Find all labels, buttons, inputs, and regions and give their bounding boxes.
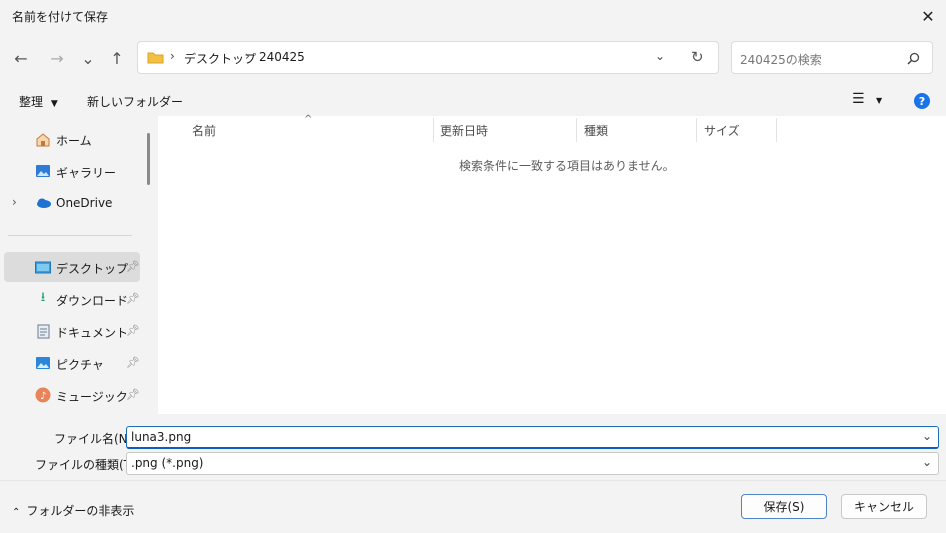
sidebar-item-label: ホーム	[56, 134, 92, 148]
sidebar-item-label: OneDrive	[56, 196, 113, 210]
cancel-button[interactable]: キャンセル	[841, 494, 927, 519]
column-divider[interactable]	[433, 118, 434, 142]
sidebar-item-onedrive[interactable]: › OneDrive	[4, 188, 140, 218]
up-button[interactable]: ↑	[104, 44, 130, 72]
back-button[interactable]: ←	[8, 44, 34, 72]
home-icon	[34, 131, 52, 147]
search-icon[interactable]	[907, 52, 920, 65]
caret-down-icon[interactable]: ▼	[876, 96, 882, 105]
document-icon	[34, 323, 52, 339]
chevron-right-icon: ›	[245, 49, 250, 63]
folder-icon	[147, 52, 164, 64]
desktop-icon	[34, 259, 52, 275]
sidebar-item-gallery[interactable]: ギャラリー	[4, 156, 140, 186]
pin-icon[interactable]: 📌︎	[126, 324, 140, 337]
column-header-size[interactable]: サイズ	[704, 122, 740, 139]
new-folder-button[interactable]: 新しいフォルダー	[87, 93, 183, 110]
window-title: 名前を付けて保存	[12, 10, 109, 24]
forward-button[interactable]: →	[44, 44, 70, 72]
column-header-type[interactable]: 種類	[584, 122, 608, 139]
download-icon: ⭳	[40, 290, 46, 305]
sidebar-item-label: ドキュメント	[56, 326, 129, 340]
chevron-up-icon: ⌃	[12, 507, 21, 518]
sidebar-item-label: デスクトップ	[56, 262, 129, 276]
search-placeholder: 240425の検索	[740, 53, 822, 67]
help-icon[interactable]: ?	[914, 93, 930, 109]
column-divider[interactable]	[776, 118, 777, 142]
gallery-icon	[34, 163, 52, 179]
chevron-right-icon[interactable]: ›	[12, 195, 17, 209]
chevron-down-icon: ⌄	[921, 455, 932, 469]
column-header-name[interactable]: 名前	[192, 122, 216, 139]
sidebar-item-music[interactable]: ♪ ミュージック 📌︎	[4, 380, 140, 410]
chevron-down-icon[interactable]: ⌄	[922, 429, 932, 443]
sidebar-item-label: ギャラリー	[56, 166, 117, 180]
sidebar-item-label: ピクチャ	[56, 358, 104, 372]
pin-icon[interactable]: 📌︎	[126, 292, 140, 305]
svg-text:♪: ♪	[40, 391, 46, 402]
recent-locations-button[interactable]: ⌄	[75, 44, 101, 72]
sort-ascending-icon: ^	[304, 114, 313, 125]
view-options-icon[interactable]: ☰	[852, 91, 865, 107]
close-icon: ✕	[921, 6, 935, 26]
cloud-icon	[34, 195, 52, 211]
hide-folders-button[interactable]: ⌃ フォルダーの非表示	[12, 502, 134, 519]
filetype-value: .png (*.png)	[131, 456, 204, 470]
sidebar-divider	[8, 235, 132, 236]
refresh-icon[interactable]: ↻	[691, 48, 704, 66]
address-dropdown-icon[interactable]: ⌄	[655, 49, 665, 63]
save-button[interactable]: 保存(S)	[741, 494, 827, 519]
search-box[interactable]: 240425の検索	[731, 41, 933, 74]
sidebar-scrollbar[interactable]	[147, 133, 150, 185]
up-arrow-icon: ↑	[110, 48, 124, 68]
pin-icon[interactable]: 📌︎	[126, 260, 140, 273]
organize-label: 整理	[19, 95, 44, 109]
title-bar	[0, 0, 946, 32]
close-button[interactable]: ✕	[910, 0, 946, 32]
pin-icon[interactable]: 📌︎	[126, 356, 140, 369]
column-header-modified[interactable]: 更新日時	[440, 122, 488, 139]
back-arrow-icon: ←	[14, 48, 28, 68]
caret-down-icon: ▼	[50, 99, 58, 109]
chevron-right-icon: ›	[170, 49, 175, 63]
filename-value: luna3.png	[131, 430, 192, 444]
forward-arrow-icon: →	[50, 48, 64, 68]
pin-icon[interactable]: 📌︎	[126, 388, 140, 401]
organize-button[interactable]: 整理 ▼	[19, 93, 58, 110]
empty-state-message: 検索条件に一致する項目はありません。	[459, 159, 675, 173]
column-divider[interactable]	[696, 118, 697, 142]
hide-folders-label: フォルダーの非表示	[26, 504, 135, 518]
sidebar-item-downloads[interactable]: ⭳ ダウンロード 📌︎	[4, 284, 140, 314]
sidebar-item-home[interactable]: ホーム	[4, 124, 140, 154]
sidebar-item-label: ダウンロード	[56, 294, 129, 308]
sidebar-item-documents[interactable]: ドキュメント 📌︎	[4, 316, 140, 346]
filename-input[interactable]: luna3.png ⌄	[126, 426, 939, 449]
column-divider[interactable]	[576, 118, 577, 142]
sidebar-item-pictures[interactable]: ピクチャ 📌︎	[4, 348, 140, 378]
filename-label: ファイル名(N):	[54, 432, 137, 446]
music-icon: ♪	[34, 387, 52, 403]
chevron-down-icon: ⌄	[81, 48, 95, 68]
picture-icon	[34, 355, 52, 371]
filetype-select[interactable]: .png (*.png) ⌄	[126, 452, 939, 475]
filetype-label: ファイルの種類(T):	[35, 458, 140, 472]
sidebar-item-desktop[interactable]: デスクトップ 📌︎	[4, 252, 140, 282]
sidebar-item-label: ミュージック	[56, 390, 128, 404]
breadcrumb-folder[interactable]: 240425	[259, 50, 305, 64]
